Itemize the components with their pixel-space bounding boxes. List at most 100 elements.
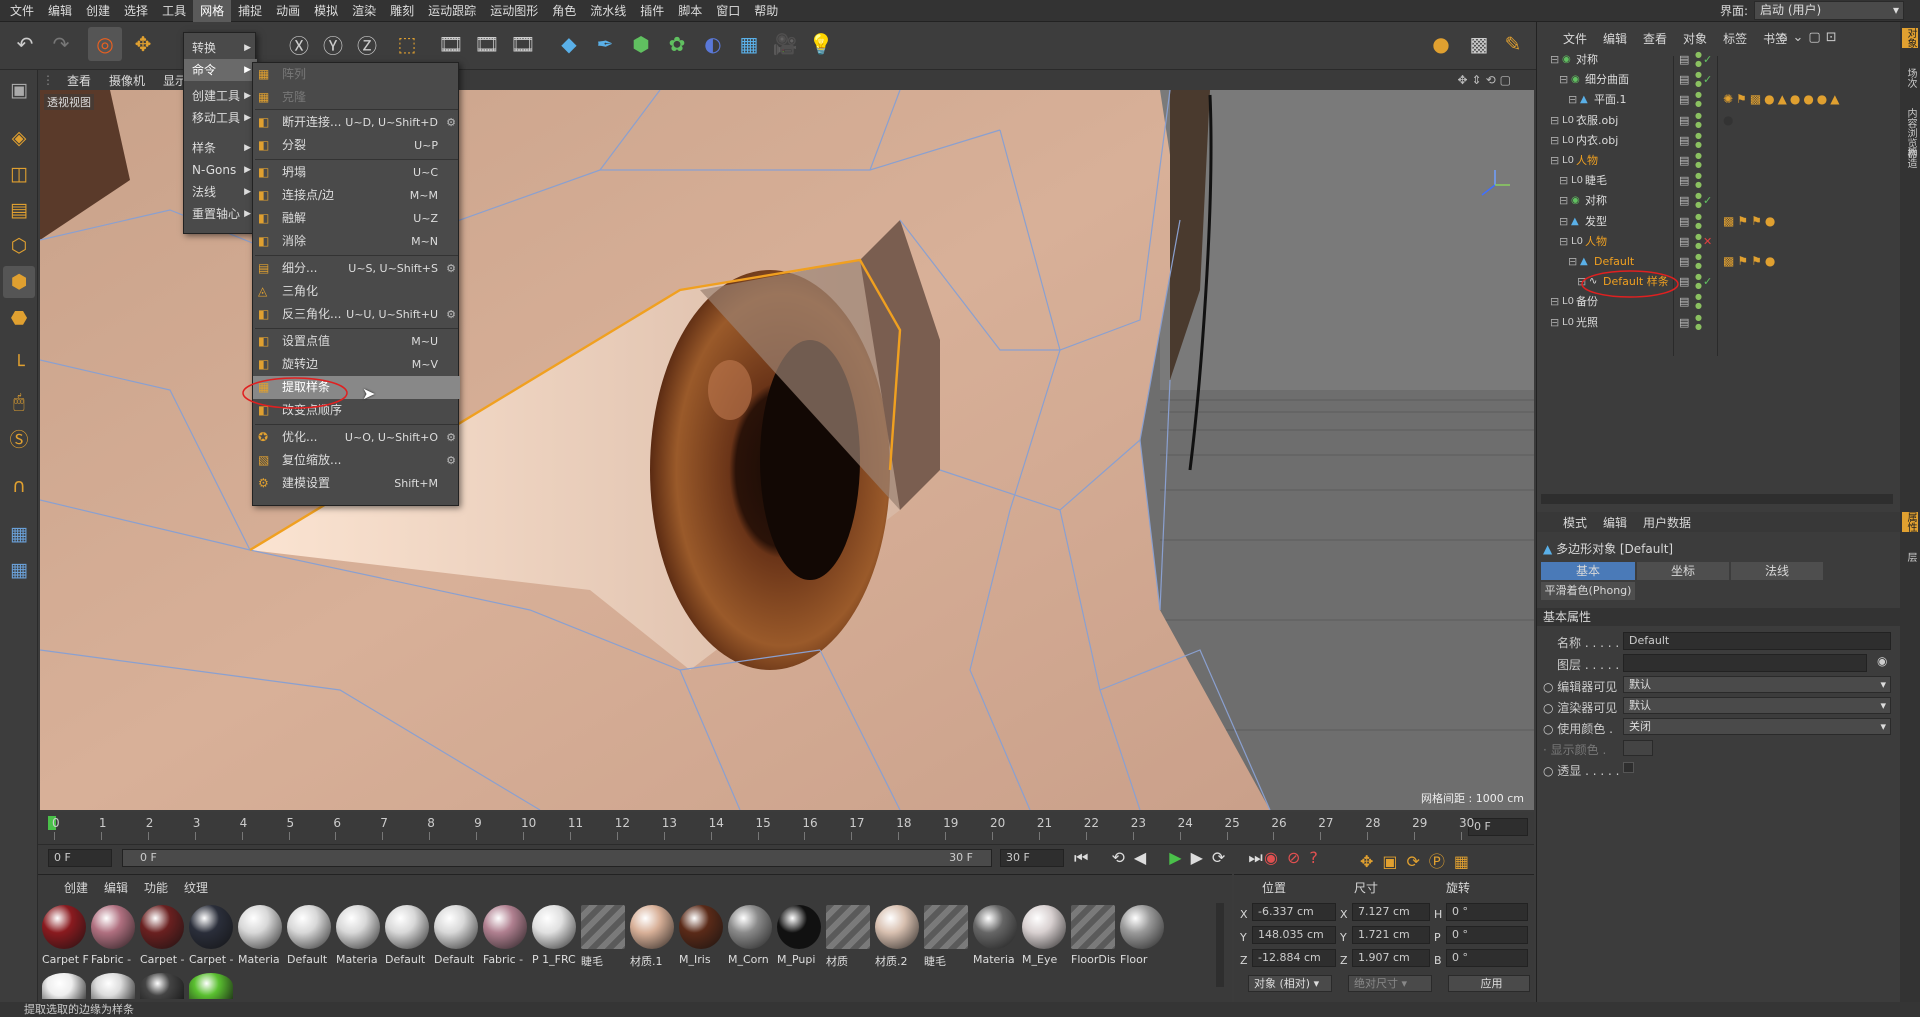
visibility-dots-icon[interactable]: ● ● — [1695, 292, 1702, 310]
y-axis-button[interactable]: Ⓨ — [316, 27, 350, 61]
layer-icon[interactable]: ▤ — [1679, 191, 1689, 210]
mesh-menu-item-1[interactable]: 命令 ▶ — [184, 59, 257, 81]
x-axis-button[interactable]: Ⓧ — [282, 27, 316, 61]
object-row[interactable]: ⊟ ◉ 对称 ▤ ● ● ✓ — [1537, 50, 1901, 69]
viewport-nav-icons[interactable]: ✥⇕⟲▢ — [1448, 73, 1524, 87]
material-name[interactable]: 材质.2 — [875, 953, 925, 969]
material-swatch[interactable] — [630, 905, 674, 949]
snap-icon[interactable]: Ⓢ — [3, 422, 35, 454]
material-name[interactable]: 睫毛 — [581, 953, 631, 969]
object-menu-0[interactable]: 文件 — [1537, 30, 1595, 47]
pos-z-field[interactable]: -12.884 cm — [1252, 949, 1336, 967]
layer-picker-icon[interactable]: ◉ — [1877, 654, 1887, 668]
material-name[interactable]: Materia — [973, 953, 1023, 966]
frame-range-slider[interactable]: 0 F 30 F — [122, 849, 992, 867]
planar-workplane-icon[interactable]: ▦ — [3, 554, 35, 586]
material-swatch[interactable] — [679, 905, 723, 949]
material-swatch[interactable] — [287, 905, 331, 949]
menu-15[interactable]: 插件 — [633, 0, 671, 22]
layer-icon[interactable]: ▤ — [1679, 90, 1689, 109]
move-tool-button[interactable]: ✥ — [126, 27, 160, 61]
viewport-menu-view[interactable]: 查看 — [58, 72, 100, 89]
pen-icon[interactable]: ✒ — [588, 27, 622, 61]
mesh-menu-item-2[interactable]: 创建工具 ▶ — [184, 85, 257, 107]
command-item-17[interactable]: ⚙ 建模设置 Shift+M — [253, 472, 460, 495]
visibility-dots-icon[interactable]: ● ● — [1695, 131, 1702, 149]
material-name[interactable]: 材质 — [826, 953, 876, 969]
command-item-3[interactable]: ◧ 分裂 U~P — [253, 134, 460, 157]
command-item-15[interactable]: ✪ 优化... U~O, U~Shift+O ⚙ — [253, 426, 460, 449]
material-swatch[interactable] — [483, 905, 527, 949]
object-name[interactable]: 衣服.obj — [1576, 111, 1618, 130]
menu-9[interactable]: 渲染 — [345, 0, 383, 22]
attribute-menu-0[interactable]: 模式 — [1537, 514, 1595, 531]
menu-10[interactable]: 雕刻 — [383, 0, 421, 22]
pos-x-field[interactable]: -6.337 cm — [1252, 903, 1336, 921]
layer-icon[interactable]: ▤ — [1679, 70, 1689, 89]
material-name[interactable]: Fabric - — [483, 953, 533, 966]
material-tag-icons[interactable]: ● — [1723, 113, 1736, 127]
menu-12[interactable]: 运动图形 — [483, 0, 545, 22]
material-name[interactable]: Carpet F — [42, 953, 92, 966]
material-name[interactable]: Default — [385, 953, 435, 966]
attribute-menu-2[interactable]: 用户数据 — [1635, 514, 1699, 531]
material-swatch[interactable] — [238, 905, 282, 949]
tree-expand-icon[interactable]: ⊟ — [1559, 232, 1568, 251]
command-item-5[interactable]: ◧ 连接点/边 M~M — [253, 184, 460, 207]
render-visible-dropdown[interactable]: 默认 ▾ — [1623, 697, 1891, 714]
visibility-dots-icon[interactable]: ● ● — [1695, 151, 1702, 169]
command-item-4[interactable]: ◧ 坍塌 U~C — [253, 161, 460, 184]
magnet-icon[interactable]: ∩ — [3, 470, 35, 502]
start-frame-field[interactable]: 0 F — [48, 849, 112, 867]
object-name[interactable]: 发型 — [1585, 212, 1607, 231]
mesh-menu-item-5[interactable]: N-Gons ▶ — [184, 159, 257, 181]
layer-icon[interactable]: ▤ — [1679, 272, 1689, 291]
object-name[interactable]: 光照 — [1576, 313, 1598, 332]
tree-expand-icon[interactable]: ⊟ — [1568, 90, 1577, 109]
keyframe-controls[interactable]: ✥▣⟳Ⓟ▦ — [1360, 848, 1478, 872]
object-name[interactable]: 人物 — [1576, 151, 1598, 170]
layer-icon[interactable]: ▤ — [1679, 252, 1689, 271]
disabled-x-icon[interactable]: ✕ — [1703, 232, 1712, 251]
attribute-menu-1[interactable]: 编辑 — [1595, 514, 1635, 531]
mesh-menu-item-4[interactable]: 样条 ▶ — [184, 137, 257, 159]
menu-7[interactable]: 动画 — [269, 0, 307, 22]
visibility-dots-icon[interactable]: ● ● — [1695, 313, 1702, 331]
object-name[interactable]: 内衣.obj — [1576, 131, 1618, 150]
menu-1[interactable]: 编辑 — [41, 0, 79, 22]
material-swatch[interactable] — [140, 905, 184, 949]
material-swatch[interactable] — [336, 905, 380, 949]
layer-icon[interactable]: ▤ — [1679, 292, 1689, 311]
size-mode-dropdown[interactable]: 绝对尺寸 ▾ — [1348, 975, 1432, 992]
mesh-menu-item-3[interactable]: 移动工具 ▶ — [184, 107, 257, 129]
material-tag-icons[interactable]: ✺⚑▩●▲●●●▲ — [1723, 92, 1843, 106]
paint-icon[interactable]: ✎ — [1496, 27, 1530, 61]
object-row[interactable]: ⊟ ◉ 对称 ▤ ● ● ✓ — [1537, 191, 1901, 210]
material-swatch[interactable] — [973, 905, 1017, 949]
rot-b-field[interactable]: 0 ° — [1446, 949, 1528, 967]
object-row[interactable]: ⊟ L0 衣服.obj ▤ ● ● — [1537, 111, 1901, 130]
object-row[interactable]: ⊟ L0 内衣.obj ▤ ● ● — [1537, 131, 1901, 150]
gear-icon[interactable]: ⚙ — [446, 426, 456, 449]
menu-2[interactable]: 创建 — [79, 0, 117, 22]
tree-expand-icon[interactable]: ⊟ — [1550, 131, 1559, 150]
object-row[interactable]: ⊟ L0 睫毛 ▤ ● ● — [1537, 171, 1901, 190]
material-name[interactable]: Fabric - — [91, 953, 141, 966]
object-row[interactable]: ⊟ L0 光照 ▤ ● ● — [1537, 313, 1901, 332]
axis-mode-icon[interactable]: └ — [3, 350, 35, 382]
camera-icon[interactable]: 🎥 — [768, 27, 802, 61]
menu-3[interactable]: 选择 — [117, 0, 155, 22]
object-manager-tools[interactable]: ⌕⌂⌄▢⊡ — [1767, 30, 1842, 45]
object-menu-3[interactable]: 对象 — [1675, 30, 1715, 47]
playback-controls[interactable]: ⏮ ⟲◀ ▶▶⟳ ⏭ — [1074, 848, 1272, 868]
material-menu-1[interactable]: 编辑 — [96, 879, 136, 896]
material-name[interactable]: 睫毛 — [924, 953, 974, 969]
coordinate-system-button[interactable]: ⬚ — [390, 27, 424, 61]
texture-mode-icon[interactable]: ◫ — [3, 158, 35, 190]
layer-icon[interactable]: ▤ — [1679, 111, 1689, 130]
object-name[interactable]: 对称 — [1585, 191, 1607, 210]
material-swatch[interactable] — [1022, 905, 1066, 949]
tree-expand-icon[interactable]: ⊟ — [1550, 151, 1559, 170]
side-tab-1[interactable]: 场次 — [1902, 68, 1918, 88]
material-name[interactable]: FloorDis — [1071, 953, 1121, 966]
